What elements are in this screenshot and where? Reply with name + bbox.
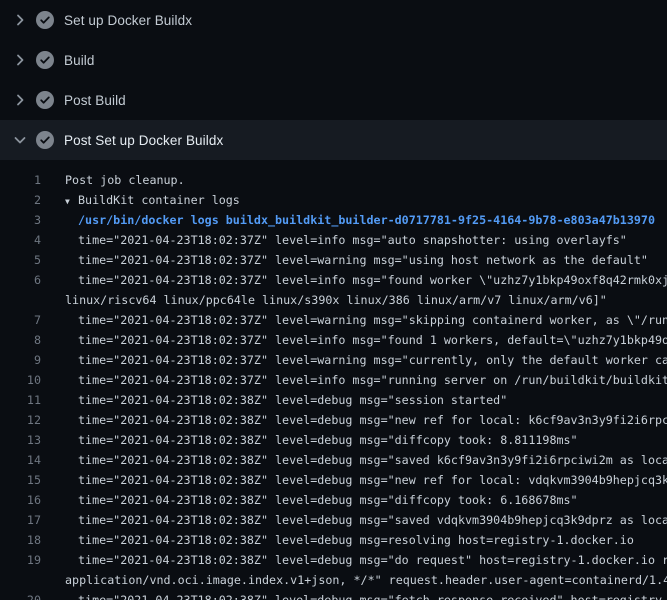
line-number[interactable]: 7 <box>0 310 41 330</box>
log-text: time="2021-04-23T18:02:37Z" level=info m… <box>65 373 667 387</box>
log-command-text: /usr/bin/docker logs buildx_buildkit_bui… <box>65 213 655 227</box>
check-circle-icon <box>36 51 54 69</box>
log-text: application/vnd.oci.image.index.v1+json,… <box>65 573 667 587</box>
line-number[interactable]: 11 <box>0 390 41 410</box>
line-number[interactable]: 9 <box>0 350 41 370</box>
log-line: 14 time="2021-04-23T18:02:38Z" level=debu… <box>0 450 667 470</box>
log-line: 1 Post job cleanup. <box>0 170 667 190</box>
log-line: 10 time="2021-04-23T18:02:37Z" level=info… <box>0 370 667 390</box>
chevron-right-icon[interactable] <box>12 52 28 68</box>
log-line: 12 time="2021-04-23T18:02:38Z" level=debu… <box>0 410 667 430</box>
log-line: 5 time="2021-04-23T18:02:37Z" level=warni… <box>0 250 667 270</box>
log-text: linux/riscv64 linux/ppc64le linux/s390x … <box>65 293 607 307</box>
log-text: time="2021-04-23T18:02:37Z" level=warnin… <box>65 313 667 327</box>
log-text: time="2021-04-23T18:02:38Z" level=debug … <box>65 493 578 507</box>
step-header-post-build[interactable]: Post Build <box>0 80 667 120</box>
log-line: 7 time="2021-04-23T18:02:37Z" level=warni… <box>0 310 667 330</box>
log-line: 9 time="2021-04-23T18:02:37Z" level=warni… <box>0 350 667 370</box>
log-line: 2 ▼BuildKit container logs <box>0 190 667 210</box>
log-text: time="2021-04-23T18:02:38Z" level=debug … <box>65 413 667 427</box>
log-line: 19 time="2021-04-23T18:02:38Z" level=debu… <box>0 550 667 570</box>
log-text: time="2021-04-23T18:02:37Z" level=warnin… <box>65 353 667 367</box>
line-number[interactable]: 20 <box>0 590 41 600</box>
log-line: 11 time="2021-04-23T18:02:38Z" level=debu… <box>0 390 667 410</box>
check-circle-icon <box>36 91 54 109</box>
log-line: 16 time="2021-04-23T18:02:38Z" level=debu… <box>0 490 667 510</box>
log-text: time="2021-04-23T18:02:38Z" level=debug … <box>65 533 634 547</box>
line-number[interactable]: 5 <box>0 250 41 270</box>
step-header-set-up-docker-buildx[interactable]: Set up Docker Buildx <box>0 0 667 40</box>
step-header-build[interactable]: Build <box>0 40 667 80</box>
log-line: 15 time="2021-04-23T18:02:38Z" level=debu… <box>0 470 667 490</box>
log-line: application/vnd.oci.image.index.v1+json,… <box>0 570 667 590</box>
collapse-triangle-icon[interactable]: ▼ <box>65 192 78 212</box>
log-line: 13 time="2021-04-23T18:02:38Z" level=debu… <box>0 430 667 450</box>
log-group-title[interactable]: BuildKit container logs <box>78 193 240 207</box>
log-line: 8 time="2021-04-23T18:02:37Z" level=info … <box>0 330 667 350</box>
log-line: 17 time="2021-04-23T18:02:38Z" level=debu… <box>0 510 667 530</box>
chevron-right-icon[interactable] <box>12 92 28 108</box>
step-header-post-set-up-docker-buildx[interactable]: Post Set up Docker Buildx <box>0 120 667 160</box>
step-label: Build <box>64 53 95 68</box>
log-area: 1 Post job cleanup. 2 ▼BuildKit container l… <box>0 160 667 600</box>
check-circle-icon <box>36 131 54 149</box>
log-text: time="2021-04-23T18:02:37Z" level=info m… <box>65 233 627 247</box>
log-line: 18 time="2021-04-23T18:02:38Z" level=debu… <box>0 530 667 550</box>
line-number[interactable]: 12 <box>0 410 41 430</box>
chevron-right-icon[interactable] <box>12 12 28 28</box>
line-number[interactable]: 3 <box>0 210 41 230</box>
log-text: time="2021-04-23T18:02:38Z" level=debug … <box>65 453 667 467</box>
line-number[interactable]: 10 <box>0 370 41 390</box>
line-number[interactable]: 8 <box>0 330 41 350</box>
log-line: 4 time="2021-04-23T18:02:37Z" level=info … <box>0 230 667 250</box>
log-line: linux/riscv64 linux/ppc64le linux/s390x … <box>0 290 667 310</box>
log-text: Post job cleanup. <box>65 173 185 187</box>
log-text: time="2021-04-23T18:02:38Z" level=debug … <box>65 433 578 447</box>
log-text: time="2021-04-23T18:02:37Z" level=info m… <box>65 333 667 347</box>
step-label: Set up Docker Buildx <box>64 13 192 28</box>
step-label: Post Build <box>64 93 126 108</box>
line-number[interactable]: 17 <box>0 510 41 530</box>
log-text: time="2021-04-23T18:02:37Z" level=info m… <box>65 273 667 287</box>
step-list: Set up Docker Buildx Build Post Build Post … <box>0 0 667 160</box>
log-text: time="2021-04-23T18:02:38Z" level=debug … <box>65 513 667 527</box>
line-number[interactable]: 13 <box>0 430 41 450</box>
log-text: time="2021-04-23T18:02:38Z" level=debug … <box>65 553 667 567</box>
log-text: time="2021-04-23T18:02:37Z" level=warnin… <box>65 253 648 267</box>
line-number[interactable]: 18 <box>0 530 41 550</box>
log-line: 6 time="2021-04-23T18:02:37Z" level=info … <box>0 270 667 290</box>
line-number[interactable]: 19 <box>0 550 41 570</box>
line-number[interactable]: 1 <box>0 170 41 190</box>
line-number[interactable]: 14 <box>0 450 41 470</box>
line-number[interactable]: 16 <box>0 490 41 510</box>
line-number[interactable]: 15 <box>0 470 41 490</box>
line-number[interactable]: 2 <box>0 190 41 210</box>
log-line: 20 time="2021-04-23T18:02:38Z" level=debu… <box>0 590 667 600</box>
log-text: time="2021-04-23T18:02:38Z" level=debug … <box>65 393 507 407</box>
check-circle-icon <box>36 11 54 29</box>
step-label: Post Set up Docker Buildx <box>64 133 223 148</box>
line-number[interactable]: 4 <box>0 230 41 250</box>
log-text: time="2021-04-23T18:02:38Z" level=debug … <box>65 473 667 487</box>
actions-log-viewer: Set up Docker Buildx Build Post Build Post … <box>0 0 667 600</box>
log-text: time="2021-04-23T18:02:38Z" level=debug … <box>65 593 667 600</box>
line-number[interactable]: 6 <box>0 270 41 290</box>
log-line: 3/usr/bin/docker logs buildx_buildkit_bu… <box>0 210 667 230</box>
chevron-down-icon[interactable] <box>12 132 28 148</box>
